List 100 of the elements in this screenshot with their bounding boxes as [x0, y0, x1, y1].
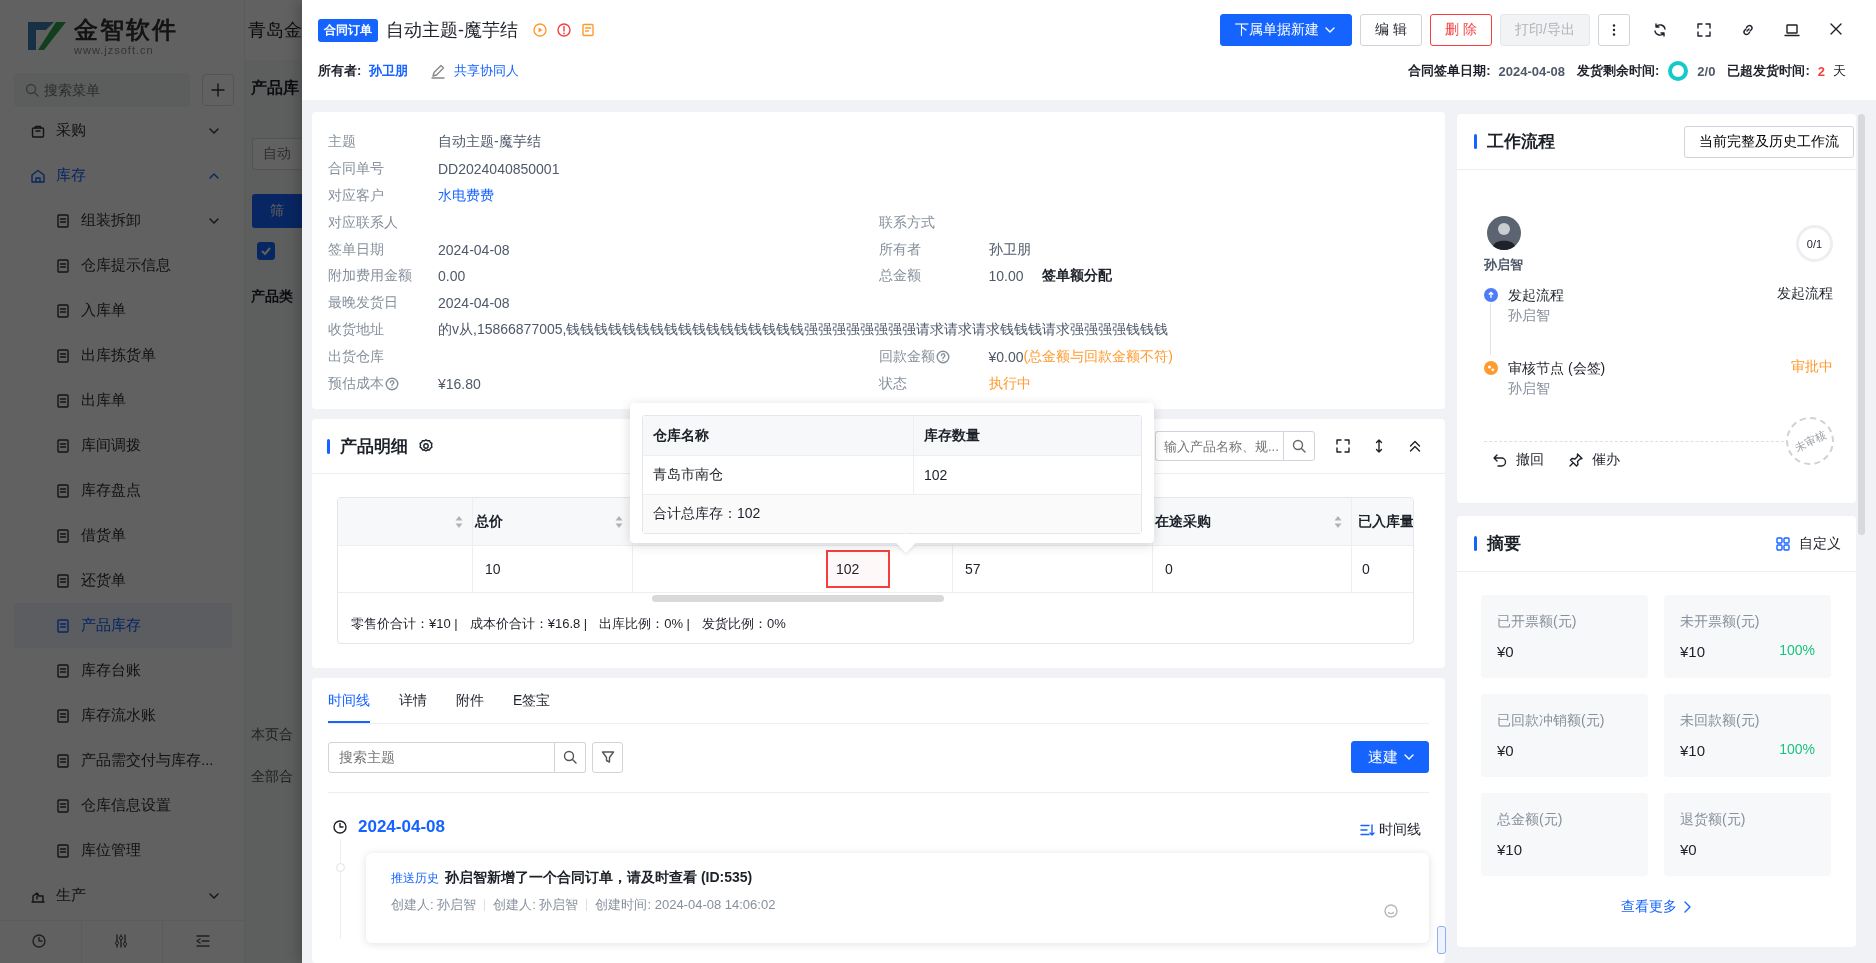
search-field[interactable]: 搜索主题: [328, 741, 555, 773]
field-value: 的v从,15866877005,钱钱钱钱钱钱钱钱钱钱钱钱钱钱钱钱钱强强强强强强强强请求请求请求钱钱钱请求强强强强钱钱钱: [438, 320, 1169, 339]
table-cell-text: 0: [1361, 560, 1371, 579]
stat-label: 退货额(元): [1680, 811, 1747, 829]
field-label: 对应联系人: [328, 213, 398, 232]
field-label: 所有者: [878, 240, 921, 259]
field-label: 回款金额: [878, 347, 935, 366]
column-header: 总价: [475, 512, 503, 531]
dropdown-button[interactable]: 下属单据新建: [1220, 14, 1353, 46]
order-tag: 合同订单: [318, 18, 378, 42]
more-link[interactable]: 查看更多: [1620, 898, 1693, 916]
menu-item[interactable]: 借货单: [0, 513, 244, 558]
stat-label: 总金额(元): [1497, 811, 1564, 829]
summary-label: 本页合: [251, 726, 293, 744]
menu-item[interactable]: 组装拆卸: [0, 198, 244, 243]
section-title: 产品明细: [340, 435, 408, 458]
menu-item[interactable]: 库存: [0, 153, 244, 198]
step-person: 孙启智: [1508, 379, 1551, 398]
menu-item[interactable]: 产品库存: [14, 603, 232, 648]
field-value: ¥16.80: [438, 375, 481, 392]
page-subtitle: 产品库: [250, 78, 299, 98]
customize-button[interactable]: 自定义: [1775, 534, 1841, 553]
progress-ring: 0/1: [1796, 225, 1833, 262]
tab[interactable]: 详情: [399, 677, 427, 723]
section-title: 工作流程: [1487, 131, 1555, 153]
stat-value: ¥10: [1497, 841, 1523, 858]
field-value: 10.00: [988, 268, 1024, 285]
owner-label: 所有者:: [318, 62, 362, 80]
total-text: 合计总库存：102: [643, 495, 1141, 533]
meta-value: 2024-04-08: [1498, 63, 1565, 79]
stat-value: ¥0: [1497, 742, 1514, 759]
button[interactable]: 编 辑: [1360, 14, 1423, 46]
menu-item[interactable]: 采购: [0, 108, 244, 153]
menu-item[interactable]: 库存台账: [0, 648, 244, 693]
action-button[interactable]: 撤回: [1492, 451, 1544, 469]
menu-item[interactable]: 仓库提示信息: [0, 243, 244, 288]
menu-item[interactable]: 仓库信息设置: [0, 783, 244, 828]
menu-item[interactable]: 产品需交付与库存...: [0, 738, 244, 783]
stat-value: ¥10: [1680, 742, 1706, 759]
menu-item[interactable]: 出库拣货单: [0, 333, 244, 378]
step-person: 孙启智: [1508, 306, 1551, 325]
field-label: 对应客户: [328, 187, 384, 205]
action-button[interactable]: 催办: [1568, 451, 1620, 469]
menu-item[interactable]: 还货单: [0, 558, 244, 603]
field-value: ¥0.00: [988, 348, 1024, 365]
view-toggle[interactable]: 时间线: [1359, 821, 1421, 839]
stat-percent: 100%: [1779, 740, 1815, 757]
menu-item[interactable]: 库存流水账: [0, 693, 244, 738]
button[interactable]: 删 除: [1430, 14, 1493, 46]
meta-value: 2/0: [1697, 63, 1716, 79]
stat-label: 未回款额(元): [1680, 712, 1761, 730]
owner-link[interactable]: 孙卫朋: [369, 62, 409, 80]
menu-item[interactable]: 生产: [0, 873, 244, 918]
field-value: 执行中: [988, 374, 1031, 393]
field-label: 合同单号: [328, 160, 384, 179]
customer-link[interactable]: 水电费费: [438, 187, 494, 205]
field-value: 2024-04-08: [438, 295, 510, 312]
section-title: 摘要: [1487, 533, 1521, 555]
tab[interactable]: 时间线: [328, 677, 370, 723]
entry-meta: 创建人: 孙启智: [493, 896, 579, 914]
menu-item[interactable]: 入库单: [0, 288, 244, 333]
share-link[interactable]: 共享协同人: [454, 62, 520, 80]
column-header: 库存数量: [923, 425, 981, 445]
menu-item[interactable]: 库存盘点: [0, 468, 244, 513]
menu-item[interactable]: 库间调拨: [0, 423, 244, 468]
search-field[interactable]: 输入产品名称、规...: [1155, 431, 1283, 461]
field-value: 0.00: [438, 268, 466, 285]
dropdown-button[interactable]: 速建: [1351, 741, 1429, 773]
entry-tag: 推送历史: [391, 869, 439, 887]
entry-meta: 创建人: 孙启智: [391, 896, 477, 914]
table-cell: 青岛市南仓: [643, 456, 914, 494]
column-header: 在途采购: [1155, 512, 1211, 531]
field-label: 出货仓库: [328, 347, 384, 366]
field-label: 联系方式: [878, 213, 935, 232]
stat-label: 已回款冲销额(元): [1497, 712, 1606, 730]
field-label: 收货地址: [328, 320, 384, 339]
page-title: 青岛金: [245, 0, 302, 60]
field-value: 2024-04-08: [438, 241, 510, 258]
tab[interactable]: E签宝: [513, 677, 551, 723]
allocate-link[interactable]: 签单额分配: [1041, 267, 1112, 286]
filter-button[interactable]: 筛: [252, 194, 302, 228]
entry-meta: 创建时间: 2024-04-08 14:06:02: [595, 896, 776, 914]
table-cell-text: 0: [1164, 560, 1174, 579]
column-header: 已入库量: [1357, 512, 1413, 531]
table-cell-text: 102: [923, 466, 949, 485]
date-heading: 2024-04-08: [358, 817, 445, 837]
meta-value: 2: [1817, 63, 1825, 79]
field-label: 主题: [328, 133, 356, 152]
total-text: 发货比例：0%: [702, 615, 786, 633]
menu-item[interactable]: 库位管理: [0, 828, 244, 873]
menu-item[interactable]: 出库单: [0, 378, 244, 423]
summary-label: 全部合: [251, 768, 293, 786]
tab[interactable]: 附件: [456, 677, 484, 723]
field-label: 签单日期: [328, 240, 384, 259]
warning-note: (总金额与回款金额不符): [1023, 347, 1173, 366]
step-status: 审批中: [1791, 358, 1833, 376]
stat-percent: 100%: [1779, 641, 1815, 658]
history-button[interactable]: 当前完整及历史工作流: [1684, 125, 1854, 158]
logo-text: 金智软件: [74, 16, 178, 44]
total-text: 零售价合计：¥10 |: [351, 615, 458, 633]
